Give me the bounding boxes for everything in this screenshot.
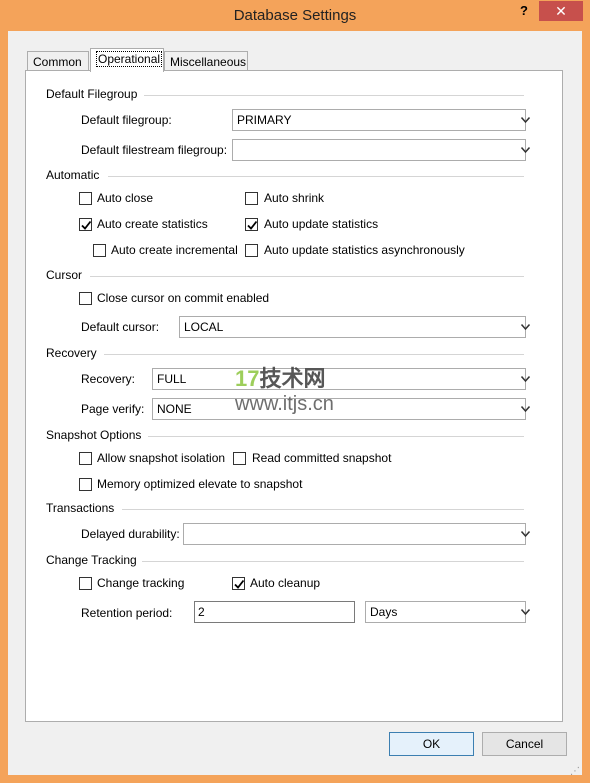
checkmark-icon [247, 220, 258, 230]
auto-create-incremental-checkbox[interactable] [93, 244, 106, 257]
group-cursor: Cursor [46, 268, 83, 282]
retention-period-input[interactable]: 2 [194, 601, 355, 623]
watermark-logo: 17技术网 [235, 361, 334, 393]
page-verify-label: Page verify: [81, 402, 145, 416]
group-transactions: Transactions [46, 501, 115, 515]
tab-miscellaneous[interactable]: Miscellaneous [164, 51, 248, 71]
delayed-durability-label: Delayed durability: [81, 527, 180, 541]
close-cursor-label: Close cursor on commit enabled [97, 291, 270, 305]
title-bar: Database Settings ? ✕ [0, 0, 590, 32]
default-cursor-label: Default cursor: [81, 320, 160, 334]
group-automatic: Automatic [46, 168, 100, 182]
auto-shrink-checkbox[interactable] [245, 192, 258, 205]
retention-period-value: 2 [198, 605, 205, 619]
default-filestream-select[interactable] [232, 139, 530, 161]
default-cursor-select[interactable]: LOCAL [179, 316, 530, 338]
recovery-value: FULL [157, 372, 187, 386]
group-snapshot-options: Snapshot Options [46, 428, 142, 442]
memory-optimized-label: Memory optimized elevate to snapshot [97, 477, 303, 491]
group-divider [142, 561, 524, 562]
cancel-button[interactable]: Cancel [482, 732, 567, 756]
auto-update-async-label: Auto update statistics asynchronously [264, 243, 465, 257]
group-divider [90, 276, 524, 277]
resize-grip-icon[interactable]: ⋰ [570, 766, 580, 777]
auto-cleanup-checkbox[interactable] [232, 577, 245, 590]
default-filegroup-value: PRIMARY [237, 113, 292, 127]
group-divider [104, 354, 524, 355]
recovery-select[interactable]: FULL [152, 368, 530, 390]
watermark-logo-text: 技术网 [259, 366, 326, 391]
auto-shrink-label: Auto shrink [264, 191, 325, 205]
change-tracking-checkbox[interactable] [79, 577, 92, 590]
retention-period-label: Retention period: [81, 606, 173, 620]
delayed-durability-select[interactable] [183, 523, 530, 545]
auto-update-async-checkbox[interactable] [245, 244, 258, 257]
group-divider [148, 436, 524, 437]
auto-cleanup-label: Auto cleanup [250, 576, 321, 590]
default-filegroup-label: Default filegroup: [81, 113, 172, 127]
ok-button[interactable]: OK [389, 732, 474, 756]
auto-close-checkbox[interactable] [79, 192, 92, 205]
default-filestream-label: Default filestream filegroup: [81, 143, 228, 157]
close-cursor-checkbox[interactable] [79, 292, 92, 305]
auto-create-statistics-checkbox[interactable] [79, 218, 92, 231]
auto-update-statistics-checkbox[interactable] [245, 218, 258, 231]
allow-snapshot-isolation-checkbox[interactable] [79, 452, 92, 465]
help-button[interactable]: ? [514, 3, 534, 21]
allow-snapshot-isolation-label: Allow snapshot isolation [97, 451, 226, 465]
retention-unit-select[interactable]: Days [365, 601, 530, 623]
change-tracking-label: Change tracking [97, 576, 185, 590]
watermark-logo-number: 17 [235, 366, 260, 391]
page-verify-value: NONE [157, 402, 192, 416]
page-verify-select[interactable]: NONE [152, 398, 530, 420]
group-divider [108, 176, 524, 177]
tab-common-label: Common [33, 55, 82, 69]
tab-miscellaneous-label: Miscellaneous [170, 55, 247, 69]
default-filegroup-select[interactable]: PRIMARY [232, 109, 530, 131]
window-title: Database Settings [233, 7, 357, 24]
retention-unit-value: Days [370, 605, 398, 619]
group-divider [144, 95, 524, 96]
watermark: 17技术网 www.itjs.cn [235, 361, 334, 416]
tab-common[interactable]: Common [27, 51, 89, 71]
tab-operational[interactable]: Operational [90, 48, 164, 72]
group-divider [122, 509, 524, 510]
auto-create-incremental-label: Auto create incremental [111, 243, 238, 257]
watermark-url: www.itjs.cn [235, 393, 334, 415]
auto-close-label: Auto close [97, 191, 154, 205]
checkmark-icon [81, 220, 92, 230]
checkmark-icon [234, 579, 245, 589]
dialog-window: Database Settings ? ✕ Common Operational… [0, 0, 590, 783]
auto-update-statistics-label: Auto update statistics [264, 217, 379, 231]
recovery-label: Recovery: [81, 372, 136, 386]
group-default-filegroup: Default Filegroup [46, 87, 138, 101]
memory-optimized-checkbox[interactable] [79, 478, 92, 491]
group-recovery: Recovery [46, 346, 97, 360]
close-icon: ✕ [555, 3, 567, 19]
group-change-tracking: Change Tracking [46, 553, 137, 567]
read-committed-snapshot-checkbox[interactable] [233, 452, 246, 465]
auto-create-statistics-label: Auto create statistics [97, 217, 208, 231]
tab-operational-label: Operational [96, 51, 163, 67]
close-button[interactable]: ✕ [539, 1, 583, 21]
read-committed-snapshot-label: Read committed snapshot [252, 451, 392, 465]
default-cursor-value: LOCAL [184, 320, 224, 334]
